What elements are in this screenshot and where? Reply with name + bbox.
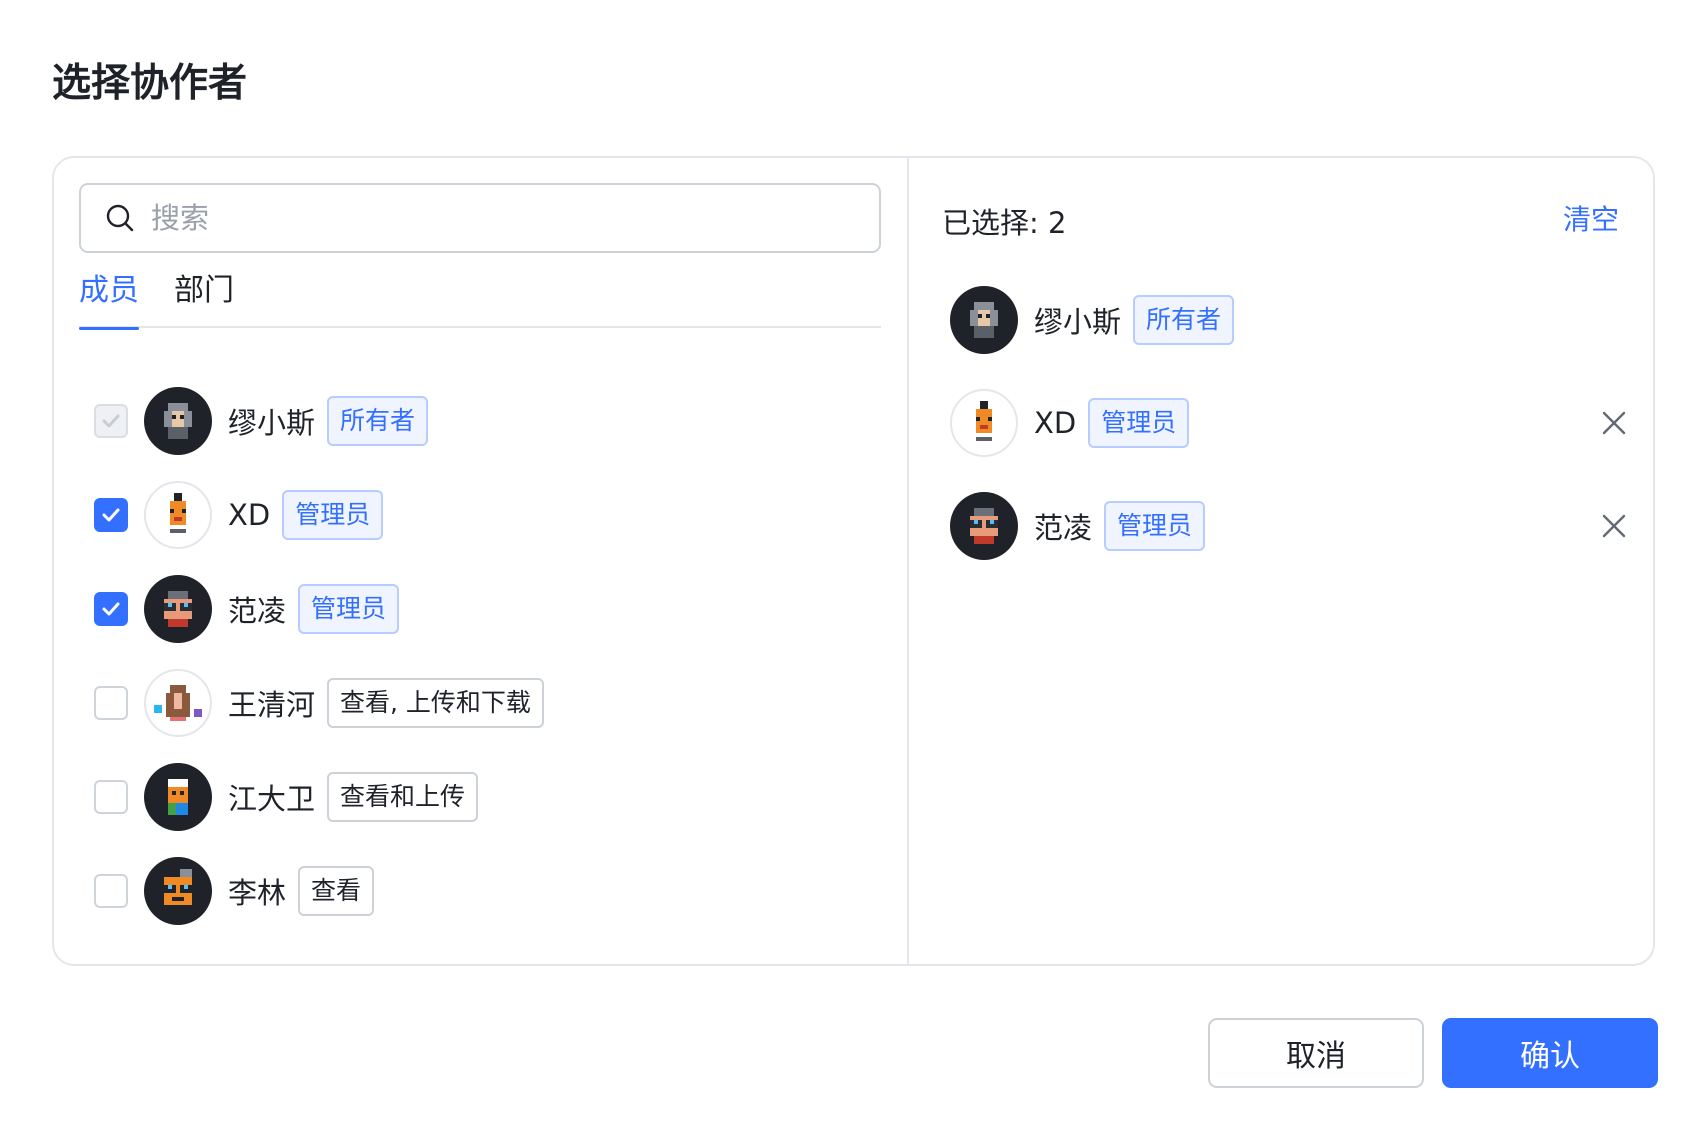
pixel-avatar-red-glasses-icon	[164, 591, 192, 627]
clear-button[interactable]: 清空	[1563, 198, 1619, 238]
selected-list: 缪小斯 所有者 XD 管理员 范凌 管理员	[950, 268, 1630, 577]
member-row-3[interactable]: 王清河 查看, 上传和下载	[94, 656, 544, 750]
avatar	[144, 669, 212, 737]
avatar	[950, 285, 1018, 354]
role-badge: 查看和上传	[327, 772, 479, 822]
avatar	[950, 388, 1018, 457]
selected-item-1: XD 管理员	[950, 371, 1630, 474]
member-checkbox[interactable]	[94, 592, 128, 626]
role-badge: 查看, 上传和下载	[327, 678, 544, 728]
pixel-avatar-pirate-icon	[168, 779, 188, 815]
pixel-avatar-orange-bottle-icon	[170, 493, 186, 533]
pixel-avatar-longhair-icon	[154, 685, 202, 721]
role-badge: 管理员	[298, 584, 400, 634]
role-badge: 管理员	[1088, 397, 1190, 448]
member-list: 缪小斯 所有者 XD 管理员 范凌 管理员 王清河 查看, 上传和下载 江大卫 …	[94, 374, 544, 938]
check-icon	[102, 414, 120, 428]
avatar	[144, 575, 212, 643]
pixel-avatar-orange-bottle-icon	[976, 400, 992, 441]
role-badge: 管理员	[1104, 500, 1206, 551]
member-name: 李林	[228, 876, 287, 910]
pixel-avatar-grey-hood-icon	[164, 403, 192, 439]
search-box[interactable]	[79, 183, 881, 253]
member-name: 缪小斯	[228, 406, 316, 440]
member-row-1[interactable]: XD 管理员	[94, 468, 544, 562]
member-name: 王清河	[228, 688, 316, 722]
member-row-4[interactable]: 江大卫 查看和上传	[94, 750, 544, 844]
member-checkbox[interactable]	[94, 498, 128, 532]
member-name: XD	[228, 498, 271, 532]
close-icon	[1602, 514, 1626, 537]
avatar	[144, 857, 212, 925]
cancel-button[interactable]: 取消	[1208, 1018, 1424, 1088]
tab-members[interactable]: 成员	[79, 270, 139, 330]
member-name: 范凌	[228, 594, 287, 628]
selected-name: XD	[1034, 405, 1077, 440]
tab-bar: 成员 部门	[79, 270, 881, 330]
member-row-5[interactable]: 李林 查看	[94, 844, 544, 938]
selected-item-2: 范凌 管理员	[950, 474, 1630, 577]
check-icon	[102, 602, 120, 616]
member-row-2[interactable]: 范凌 管理员	[94, 562, 544, 656]
search-icon	[106, 204, 134, 232]
panel-divider	[907, 158, 909, 964]
avatar	[950, 491, 1018, 560]
member-checkbox[interactable]	[94, 686, 128, 720]
pixel-avatar-orange-glasses-icon	[164, 869, 192, 905]
pixel-avatar-red-glasses-icon	[970, 507, 998, 544]
member-row-0[interactable]: 缪小斯 所有者	[94, 374, 544, 468]
pixel-avatar-grey-hood-icon	[970, 301, 998, 338]
tab-departments[interactable]: 部门	[174, 270, 234, 328]
role-badge: 所有者	[1133, 294, 1235, 345]
dialog-title: 选择协作者	[52, 61, 248, 106]
role-badge: 管理员	[282, 490, 384, 540]
confirm-button[interactable]: 确认	[1442, 1018, 1658, 1088]
member-name: 江大卫	[228, 782, 316, 816]
selected-name: 缪小斯	[1034, 304, 1122, 339]
selected-count: 已选择: 2	[942, 206, 1067, 240]
remove-button[interactable]	[1598, 510, 1630, 542]
role-badge: 所有者	[327, 396, 429, 446]
remove-button[interactable]	[1598, 407, 1630, 439]
check-icon	[102, 508, 120, 522]
role-badge: 查看	[298, 866, 375, 916]
member-checkbox[interactable]	[94, 404, 128, 438]
close-icon	[1602, 411, 1626, 434]
selected-item-0: 缪小斯 所有者	[950, 268, 1630, 371]
search-input[interactable]	[151, 201, 751, 235]
collaborator-panel: 成员 部门 缪小斯 所有者	[52, 156, 1655, 966]
member-checkbox[interactable]	[94, 780, 128, 814]
avatar	[144, 763, 212, 831]
avatar	[144, 481, 212, 549]
selected-name: 范凌	[1034, 510, 1093, 545]
member-checkbox[interactable]	[94, 874, 128, 908]
avatar	[144, 387, 212, 455]
